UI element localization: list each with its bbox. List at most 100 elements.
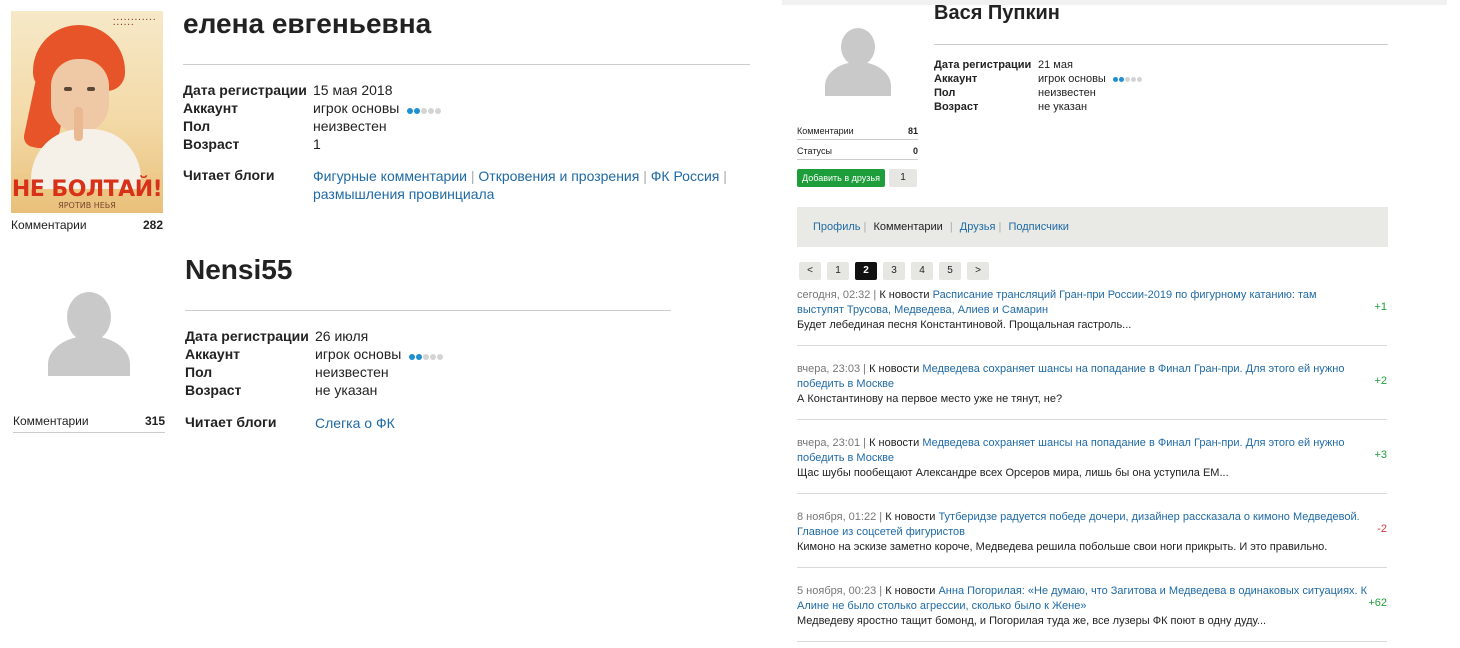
field-value: неизвестен xyxy=(315,364,389,380)
field-label: Дата регистрации xyxy=(183,82,307,98)
separator: | xyxy=(719,168,727,184)
separator: | xyxy=(639,168,651,184)
field-value: не указан xyxy=(315,382,378,398)
field-label: Аккаунт xyxy=(185,346,241,362)
tab-comments[interactable]: Комментарии xyxy=(873,221,942,233)
comments-stat: Комментарии 315 xyxy=(13,414,165,433)
separator: | xyxy=(876,585,886,597)
account-level: игрок основы xyxy=(315,346,444,363)
username-heading: елена евгеньевна xyxy=(183,8,432,39)
comment-prefix: К новости xyxy=(869,437,920,449)
page-button[interactable]: 5 xyxy=(939,262,961,280)
pagination: < 1 2 3 4 5 > xyxy=(799,262,989,280)
avatar-shoulders xyxy=(48,336,130,376)
field-value: 1 xyxy=(313,136,321,152)
comment-text: А Константинову на первое место уже не т… xyxy=(797,393,1063,405)
page-button[interactable]: 1 xyxy=(827,262,849,280)
field-label: Дата регистрации xyxy=(185,328,309,344)
username-heading: Вася Пупкин xyxy=(934,2,1060,24)
tab-subscribers[interactable]: Подписчики xyxy=(1008,221,1069,233)
comment-item: сегодня, 02:32 | К новости Расписание тр… xyxy=(797,288,1387,346)
divider xyxy=(797,493,1387,494)
comment-text: Кимоно на эскизе заметно короче, Медведе… xyxy=(797,541,1328,553)
field-value: не указан xyxy=(1038,101,1088,113)
top-strip xyxy=(782,0,1447,5)
comment-prefix: К новости xyxy=(885,511,936,523)
page-prev-button[interactable]: < xyxy=(799,262,821,280)
tab-profile[interactable]: Профиль xyxy=(813,221,861,233)
comment-item: 5 ноября, 00:23 | К новости Анна Погорил… xyxy=(797,584,1387,642)
poster-eye xyxy=(87,87,95,91)
stat-label: Комментарии xyxy=(797,126,854,136)
divider xyxy=(797,345,1387,346)
field-value: 15 мая 2018 xyxy=(313,82,393,98)
avatar-shoulders xyxy=(825,62,891,96)
poster-headline: НЕ БОЛТАЙ! xyxy=(11,177,163,202)
page-next-button[interactable]: > xyxy=(967,262,989,280)
comment-score: +3 xyxy=(1374,449,1387,461)
divider xyxy=(797,641,1387,642)
stat-value: 282 xyxy=(142,218,163,232)
rank-dots xyxy=(407,101,442,117)
separator: | xyxy=(946,221,956,233)
separator: | xyxy=(860,437,870,449)
page-button-current[interactable]: 2 xyxy=(855,262,877,280)
tab-friends[interactable]: Друзья xyxy=(960,221,996,233)
blog-link[interactable]: Откровения и прозрения xyxy=(478,168,639,184)
rank-dots xyxy=(409,347,444,363)
friend-count[interactable]: 1 xyxy=(889,169,917,187)
blogs-label: Читает блоги xyxy=(185,414,277,430)
account-level: игрок основы xyxy=(1038,73,1143,85)
divider xyxy=(797,567,1387,568)
separator: | xyxy=(860,221,870,233)
separator: | xyxy=(870,289,880,301)
comment-item: 8 ноября, 01:22 | К новости Тутберидзе р… xyxy=(797,510,1387,568)
field-value: неизвестен xyxy=(1038,87,1096,99)
blogs-list: Фигурные комментарии | Откровения и проз… xyxy=(313,167,733,203)
field-label: Аккаунт xyxy=(183,100,239,116)
field-label: Пол xyxy=(183,118,211,134)
default-avatar[interactable] xyxy=(13,280,165,380)
field-label: Возраст xyxy=(185,382,242,398)
page-button[interactable]: 4 xyxy=(911,262,933,280)
comments-stat: Комментарии 282 xyxy=(11,218,163,232)
separator: | xyxy=(876,511,886,523)
field-value: игрок основы xyxy=(1038,73,1106,85)
comment-text: Щас шубы пообещают Александре всех Орсер… xyxy=(797,467,1229,479)
comment-time: вчера, 23:01 xyxy=(797,437,861,449)
comments-stat: Комментарии 81 xyxy=(797,126,918,140)
field-label: Возраст xyxy=(183,136,240,152)
field-label: Пол xyxy=(185,364,213,380)
blogs-list: Слегка о ФК xyxy=(315,415,395,431)
page-button[interactable]: 3 xyxy=(883,262,905,280)
comment-score: +1 xyxy=(1374,301,1387,313)
blog-link[interactable]: Слегка о ФК xyxy=(315,415,395,431)
comment-score: +62 xyxy=(1368,597,1387,609)
blogs-label: Читает блоги xyxy=(183,167,275,183)
field-label: Дата регистрации xyxy=(934,59,1032,71)
separator: | xyxy=(860,363,870,375)
comment-text: Медведеву яростно тащит бомонд, и Погори… xyxy=(797,615,1267,627)
user-avatar-poster[interactable]: • • • • • • • • • • • • • • • • • • НЕ Б… xyxy=(11,11,163,213)
poster-finger xyxy=(74,107,83,141)
divider xyxy=(183,64,750,65)
comment-prefix: К новости xyxy=(869,363,920,375)
poster-eye xyxy=(64,87,72,91)
rank-dots xyxy=(1112,73,1143,85)
divider xyxy=(934,44,1388,45)
default-avatar[interactable] xyxy=(817,24,897,98)
field-value: игрок основы xyxy=(313,100,400,116)
stat-label: Статусы xyxy=(797,146,832,156)
separator: | xyxy=(995,221,1005,233)
separator: | xyxy=(466,168,479,184)
stat-value: 315 xyxy=(144,414,165,428)
add-friend-button[interactable]: Добавить в друзья xyxy=(797,169,885,187)
comment-prefix: К новости xyxy=(885,585,936,597)
field-value: игрок основы xyxy=(315,346,402,362)
blog-link[interactable]: размышления провинциала xyxy=(313,186,494,202)
blog-link[interactable]: ФК Россия xyxy=(651,168,720,184)
blog-link[interactable]: Фигурные комментарии xyxy=(313,168,467,184)
comment-score: -2 xyxy=(1377,523,1387,535)
comment-time: вчера, 23:03 xyxy=(797,363,861,375)
comment-time: сегодня, 02:32 xyxy=(797,289,871,301)
